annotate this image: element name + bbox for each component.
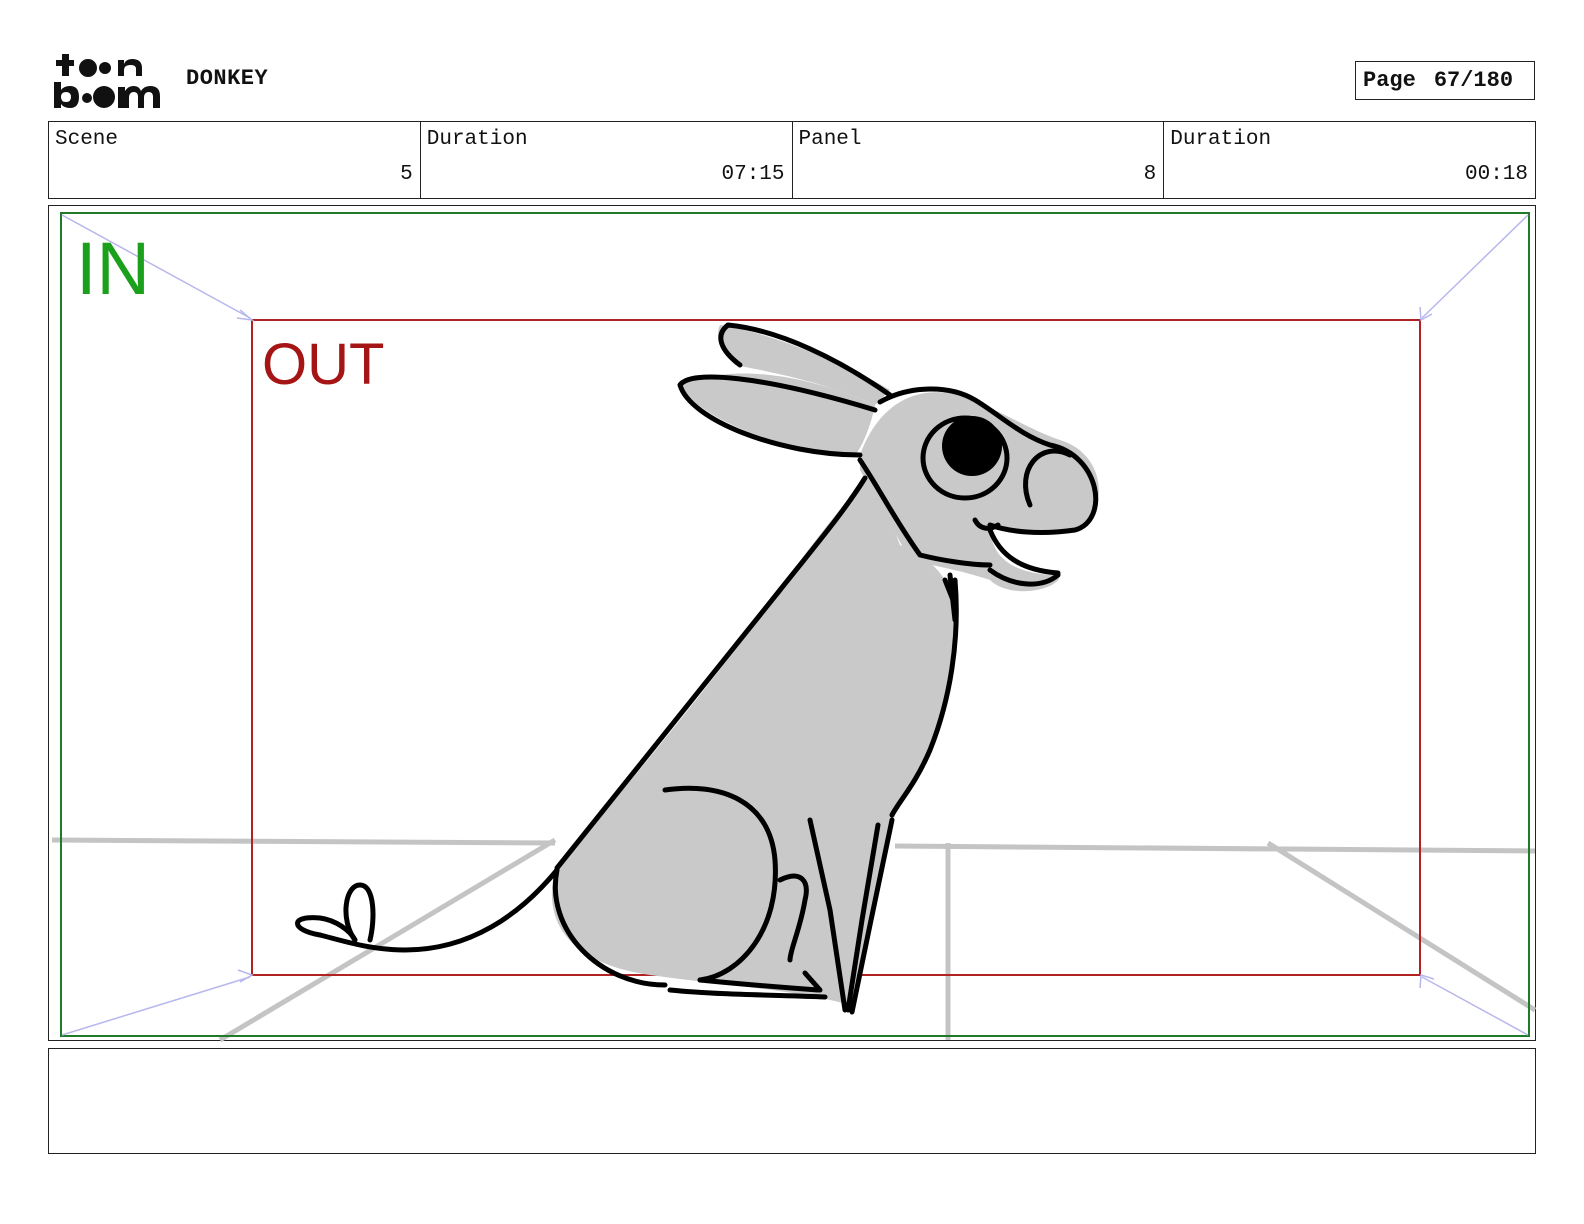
panel-notes-box[interactable] [48,1048,1536,1154]
out-frame-label: OUT [262,332,385,397]
in-frame-label: IN [76,227,150,310]
donkey-sketch [295,322,1099,1015]
panel-drawing [51,212,1537,1043]
